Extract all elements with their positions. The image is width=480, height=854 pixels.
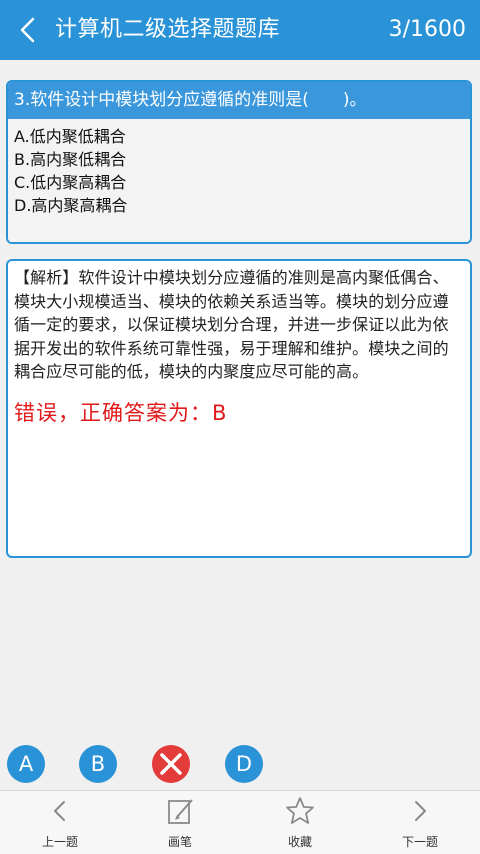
- star-icon: [286, 797, 314, 824]
- answer-d-button[interactable]: D: [225, 745, 263, 783]
- analysis-card: 【解析】软件设计中模块划分应遵循的准则是高内聚低偶合、模块大小规模适当、模块的依…: [6, 259, 472, 558]
- question-progress: 3/1600: [388, 17, 466, 42]
- next-question-label: 下一题: [401, 835, 438, 849]
- bottom-nav: 上一题 画笔 收藏 下一题: [0, 790, 480, 854]
- option-d: D.高内聚高耦合: [14, 196, 128, 215]
- x-icon: [160, 753, 182, 775]
- pen-button[interactable]: 画笔: [120, 791, 240, 854]
- answer-verdict: 错误，正确答案为：B: [14, 400, 228, 425]
- option-c: C.低内聚高耦合: [14, 173, 127, 192]
- top-bar: 计算机二级选择题题库 3/1600: [0, 0, 480, 60]
- question-text: 3.软件设计中模块划分应遵循的准则是( )。: [8, 82, 470, 119]
- back-arrow-icon[interactable]: [14, 15, 44, 45]
- answer-a-button[interactable]: A: [7, 745, 45, 783]
- option-a: A.低内聚低耦合: [14, 127, 126, 146]
- pen-label: 画笔: [167, 835, 192, 849]
- answer-buttons: A B D: [0, 745, 480, 787]
- analysis-text: 【解析】软件设计中模块划分应遵循的准则是高内聚低偶合、模块大小规模适当、模块的依…: [14, 268, 449, 381]
- question-card: 3.软件设计中模块划分应遵循的准则是( )。 A.低内聚低耦合 B.高内聚低耦合…: [6, 80, 472, 244]
- chevron-right-icon: [415, 801, 426, 821]
- option-b: B.高内聚低耦合: [14, 150, 127, 169]
- page-title: 计算机二级选择题题库: [55, 17, 281, 42]
- next-question-button[interactable]: 下一题: [360, 791, 480, 854]
- answer-b-button[interactable]: B: [79, 745, 117, 783]
- favorite-button[interactable]: 收藏: [240, 791, 360, 854]
- options-list: A.低内聚低耦合 B.高内聚低耦合 C.低内聚高耦合 D.高内聚高耦合: [8, 119, 470, 242]
- chevron-left-icon: [54, 801, 65, 821]
- pen-icon: [168, 799, 193, 824]
- prev-question-button[interactable]: 上一题: [0, 791, 120, 854]
- prev-question-label: 上一题: [41, 835, 78, 849]
- answer-c-button[interactable]: [152, 745, 190, 783]
- favorite-label: 收藏: [287, 835, 312, 849]
